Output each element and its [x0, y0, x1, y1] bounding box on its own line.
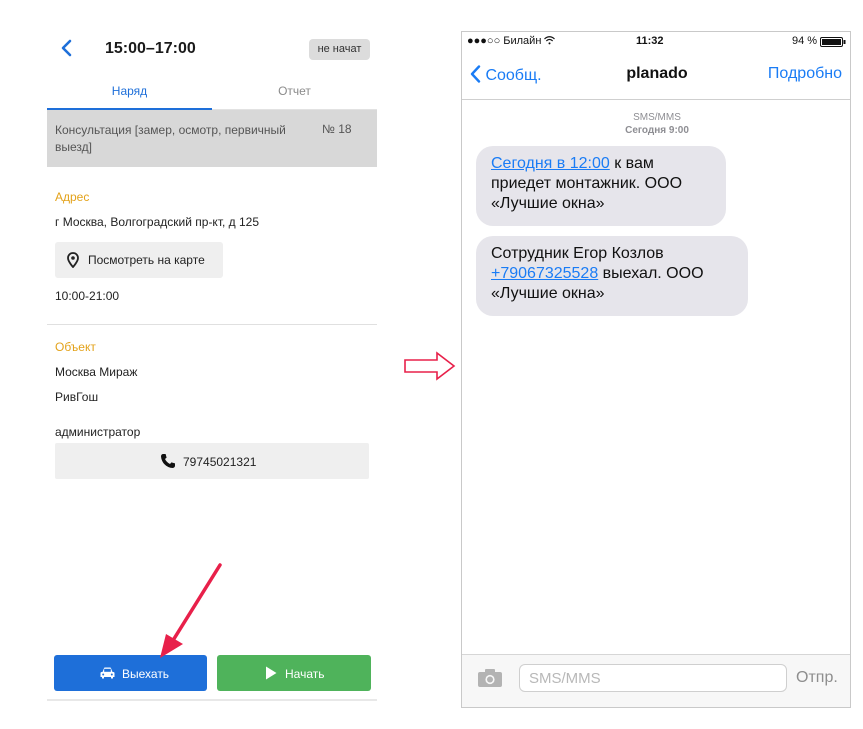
tab-order[interactable]: Наряд — [47, 84, 212, 98]
phone-link[interactable]: +79067325528 — [491, 265, 598, 282]
phone-icon — [161, 454, 175, 468]
message-input[interactable]: SMS/MMS — [519, 664, 787, 692]
battery-percent: 94 % — [792, 35, 818, 47]
view-on-map-label: Посмотреть на карте — [88, 253, 205, 267]
compose-bar: SMS/MMS Отпр. — [462, 654, 850, 707]
object-label: Объект — [55, 340, 96, 354]
start-button[interactable]: Начать — [217, 655, 371, 691]
depart-label: Выехать — [122, 667, 170, 681]
bottom-bar-line — [47, 699, 377, 701]
page-title: 15:00–17:00 — [105, 40, 196, 57]
transition-arrow-icon — [404, 351, 456, 381]
nav-divider — [462, 99, 850, 100]
view-on-map-button[interactable]: Посмотреть на карте — [55, 242, 223, 278]
message-bubble: Сотрудник Егор Козлов +79067325528 выеха… — [476, 236, 748, 316]
sms-screen: ●●●○○ Билайн 11:32 94 % planado Сообщ. П… — [461, 31, 851, 708]
object-subname: РивГош — [55, 390, 99, 404]
message-input-placeholder: SMS/MMS — [529, 670, 601, 687]
contact-phone: 79745021321 — [183, 455, 257, 469]
pointer-arrow-icon — [160, 563, 222, 658]
section-divider — [47, 324, 377, 325]
address-value: г Москва, Волгоградский пр-кт, д 125 — [55, 215, 260, 229]
play-icon — [266, 666, 277, 680]
send-button[interactable]: Отпр. — [796, 669, 838, 687]
location-pin-icon — [67, 252, 79, 268]
clock: 11:32 — [636, 35, 664, 47]
order-summary: Консультация [замер, осмотр, первичный в… — [47, 110, 377, 167]
message-date: Сегодня 9:00 — [625, 125, 689, 136]
call-contact-button[interactable]: 79745021321 — [55, 443, 369, 479]
status-badge: не начат — [309, 39, 370, 60]
message-bubble: Сегодня в 12:00 к вам приедет монтажник.… — [476, 146, 726, 226]
date-link[interactable]: Сегодня в 12:00 — [491, 155, 610, 172]
back-to-messages-button[interactable]: Сообщ. — [470, 65, 542, 85]
battery-icon — [820, 37, 846, 47]
order-number: № 18 — [322, 122, 352, 136]
details-button[interactable]: Подробно — [768, 65, 842, 83]
wifi-icon — [544, 36, 556, 45]
back-to-messages-label: Сообщ. — [485, 67, 542, 84]
carrier-signal: ●●●○○ Билайн — [467, 35, 556, 47]
contact-role: администратор — [55, 425, 141, 439]
depart-button[interactable]: Выехать — [54, 655, 207, 691]
back-arrow-icon[interactable] — [59, 38, 75, 58]
chevron-left-icon — [470, 65, 481, 83]
object-name: Москва Мираж — [55, 365, 138, 379]
message-type: SMS/MMS — [633, 112, 681, 123]
address-label: Адрес — [55, 190, 90, 204]
working-hours: 10:00-21:00 — [55, 289, 120, 303]
message-text: Сотрудник Егор Козлов — [491, 245, 664, 262]
car-icon — [100, 667, 115, 679]
order-type: Консультация [замер, осмотр, первичный в… — [55, 123, 286, 154]
tab-report[interactable]: Отчет — [212, 84, 377, 98]
camera-icon[interactable] — [477, 668, 503, 688]
start-label: Начать — [285, 667, 325, 681]
